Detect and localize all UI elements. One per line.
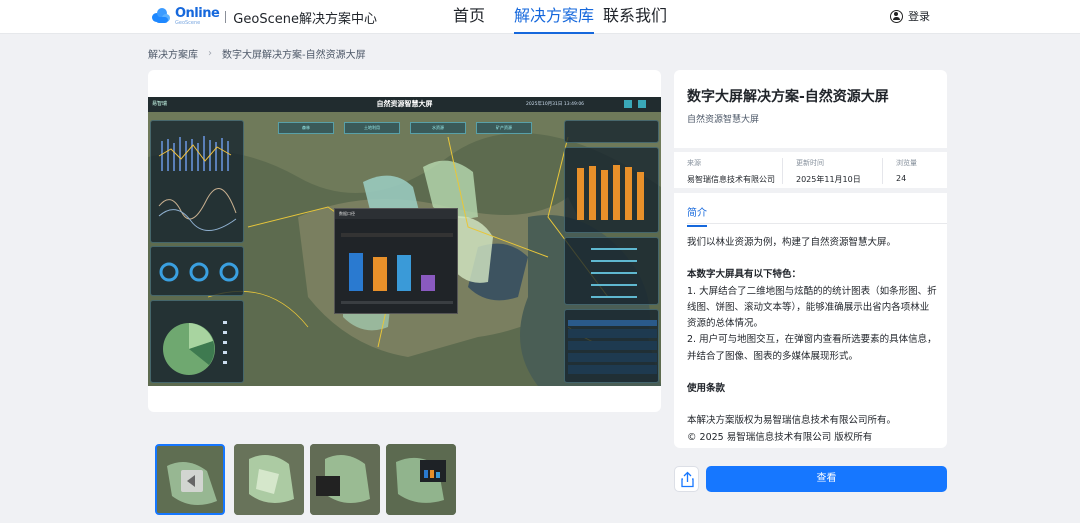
dashboard-popup-chart [341, 233, 453, 304]
logo-text: Online GeoScene [175, 6, 220, 26]
thumbnail-map-1[interactable] [234, 444, 304, 515]
thumbnail-image [310, 444, 380, 515]
preview-card: 易智瑞 自然资源智慧大屏 2025年10月31日 13:49:06 森林 土地利… [148, 70, 661, 412]
dashboard-bar-line-chart [158, 136, 237, 231]
thumbnail-image [234, 444, 304, 515]
share-button[interactable] [674, 466, 699, 492]
thumbnail-map-3[interactable] [386, 444, 456, 515]
logo[interactable]: Online GeoScene GeoScene解决方案中心 [152, 6, 377, 28]
dashboard-left-panel-top [150, 120, 244, 243]
dashboard-popup: 数据口径 [334, 208, 458, 314]
breadcrumb-item-current: 数字大屏解决方案-自然资源大屏 [222, 50, 366, 61]
nav-contact-us[interactable]: 联系我们 [603, 0, 667, 34]
terms-text: 本解决方案版权为易智瑞信息技术有限公司所有。 [687, 415, 897, 427]
meta-source: 来源 易智瑞信息技术有限公司 [687, 159, 775, 184]
site-title: GeoScene解决方案中心 [233, 11, 377, 27]
solution-subtitle: 自然资源智慧大屏 [687, 115, 760, 125]
dashboard-tab-land: 土地利用 [344, 122, 400, 134]
intro-content: 我们以林业资源为例，构建了自然资源智慧大屏。 本数字大屏具有以下特色： 1. 大… [687, 235, 937, 446]
copyright-text: © 2025 易智瑞信息技术有限公司 版权所有 [687, 431, 873, 443]
top-header: Online GeoScene GeoScene解决方案中心 首页 解决方案库 … [0, 0, 1080, 34]
meta-updated: 更新时间 2025年11月10日 [796, 159, 861, 184]
dashboard-menu-icon [624, 100, 632, 108]
dashboard-left-panel-bottom [150, 300, 244, 383]
dashboard-right-panel-progress [564, 237, 659, 305]
dashboard-right-panel-bars [564, 147, 659, 233]
dashboard-tab-water: 水资源 [410, 122, 466, 134]
nav-home[interactable]: 首页 [453, 0, 485, 34]
feature-item: 1. 大屏结合了二维地图与炫酷的的统计图表（如条形图、折线图、饼图、滚动文本等）… [687, 285, 937, 330]
dashboard-ring-gauges [159, 262, 239, 282]
solution-info-card: 数字大屏解决方案-自然资源大屏 自然资源智慧大屏 [674, 70, 947, 148]
dashboard-tab-forest: 森林 [278, 122, 334, 134]
intro-card: 简介 我们以林业资源为例，构建了自然资源智慧大屏。 本数字大屏具有以下特色： 1… [674, 193, 947, 448]
meta-divider [782, 158, 783, 184]
terms-heading: 使用条款 [687, 383, 726, 395]
intro-paragraph: 我们以林业资源为例，构建了自然资源智慧大屏。 [687, 237, 897, 248]
dashboard-table [568, 320, 657, 374]
feature-item: 2. 用户可与地图交互，在弹窗内查看所选要素的具体信息，并结合了图像、图表的多媒… [687, 334, 937, 362]
share-icon [681, 471, 694, 488]
solution-meta: 来源 易智瑞信息技术有限公司 更新时间 2025年11月10日 浏览量 24 [674, 152, 947, 188]
features-heading: 本数字大屏具有以下特色： [687, 269, 802, 281]
solution-title: 数字大屏解决方案-自然资源大屏 [687, 89, 889, 105]
meta-views: 浏览量 24 [896, 159, 917, 183]
dashboard-right-panel-table [564, 309, 659, 383]
cloud-logo-icon [152, 7, 172, 27]
user-icon [890, 9, 903, 23]
dashboard-orange-bar-chart [577, 165, 644, 220]
login-label: 登录 [908, 10, 930, 23]
login-button[interactable]: 登录 [890, 8, 930, 24]
dashboard-title: 自然资源智慧大屏 [376, 100, 433, 108]
thumbnail-image [386, 444, 456, 515]
thumbnail-video[interactable] [155, 444, 225, 515]
dashboard-topbar: 易智瑞 自然资源智慧大屏 2025年10月31日 13:49:06 [148, 97, 661, 112]
breadcrumb: 解决方案库 › 数字大屏解决方案-自然资源大屏 [148, 46, 366, 61]
thumbnail-image [157, 446, 223, 513]
dashboard-tab-mineral: 矿产资源 [476, 122, 532, 134]
dashboard-right-panel-top [564, 120, 659, 143]
tab-underline-divider [687, 223, 947, 224]
dashboard-screenshot: 易智瑞 自然资源智慧大屏 2025年10月31日 13:49:06 森林 土地利… [148, 97, 661, 386]
breadcrumb-item-library[interactable]: 解决方案库 [148, 46, 198, 61]
thumbnail-map-2[interactable] [310, 444, 380, 515]
chevron-right-icon: › [208, 48, 212, 59]
dashboard-left-panel-middle [150, 246, 244, 296]
dashboard-popup-title: 数据口径 [335, 209, 457, 219]
logo-divider [225, 11, 227, 23]
dashboard-date: 2025年10月31日 13:49:06 [526, 102, 585, 107]
dashboard-progress-bars [591, 248, 637, 298]
nav-solution-library[interactable]: 解决方案库 [514, 0, 595, 34]
meta-divider [882, 158, 883, 184]
view-button[interactable]: 查看 [706, 466, 947, 492]
dashboard-fullscreen-icon [638, 100, 646, 108]
dashboard-pie-chart [163, 321, 227, 375]
